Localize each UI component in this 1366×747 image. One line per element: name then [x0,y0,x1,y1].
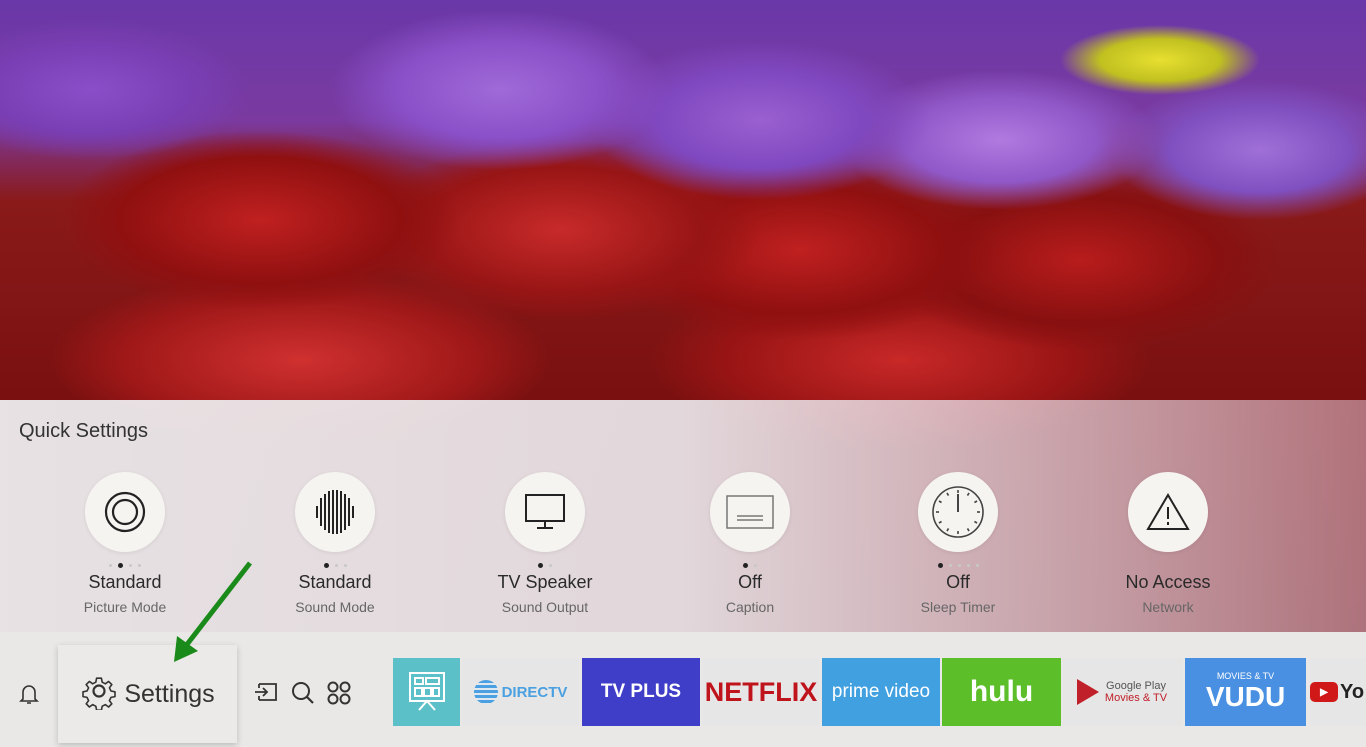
annotation-arrow [174,561,252,662]
